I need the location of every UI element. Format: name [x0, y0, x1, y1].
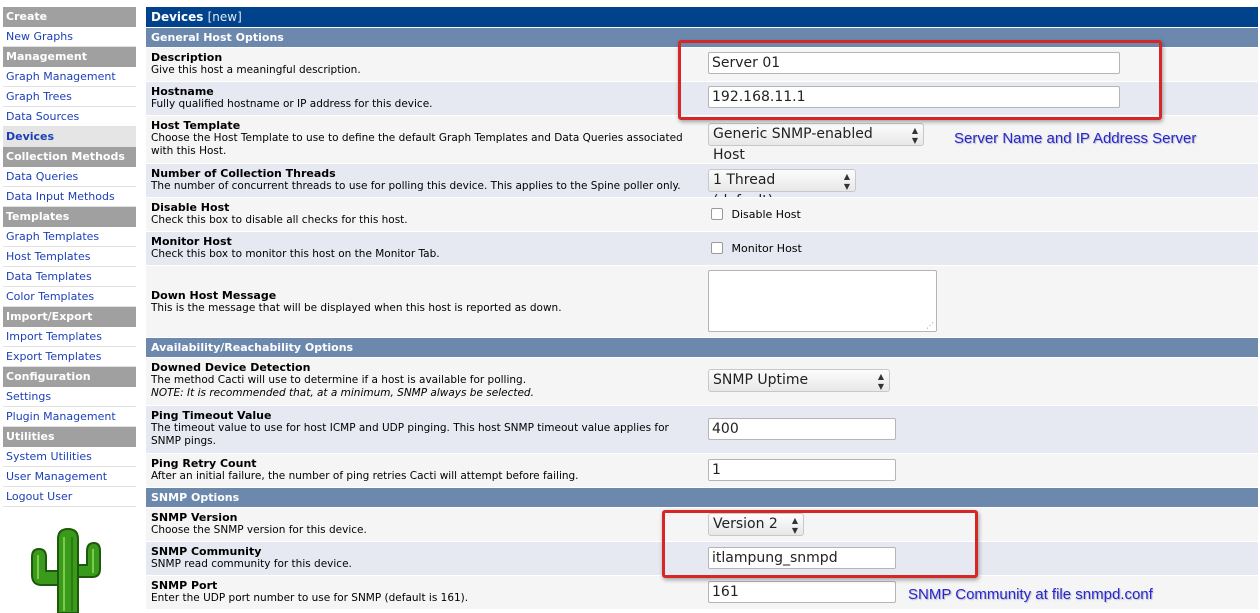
field-description: This is the message that will be display…	[151, 302, 562, 314]
menu-item-export-templates[interactable]: Export Templates	[3, 347, 136, 367]
field-label: Description	[151, 51, 223, 64]
menu-item-settings[interactable]: Settings	[3, 387, 136, 407]
field-label: Ping Timeout Value	[151, 409, 272, 422]
field-label: Ping Retry Count	[151, 457, 257, 470]
menu-item-graph-trees[interactable]: Graph Trees	[3, 87, 136, 107]
menu-item-system-utilities[interactable]: System Utilities	[3, 447, 136, 467]
row-monitor-host: Monitor Host Check this box to monitor t…	[146, 231, 1258, 265]
page-title: Devices [new]	[146, 7, 1258, 27]
field-description: The number of concurrent threads to use …	[151, 180, 681, 192]
row-disable-host: Disable Host Check this box to disable a…	[146, 197, 1258, 231]
menu-item-graph-templates[interactable]: Graph Templates	[3, 227, 136, 247]
sidebar-menu: Create New Graphs Management Graph Manag…	[3, 7, 136, 507]
menu-item-devices[interactable]: Devices	[3, 127, 136, 147]
row-collection-threads: Number of Collection Threads The number …	[146, 163, 1258, 209]
ping-timeout-input[interactable]	[708, 418, 896, 440]
menu-header-create: Create	[3, 7, 136, 27]
annotation-box-server	[678, 40, 1162, 120]
page-title-tag: [new]	[207, 10, 242, 24]
field-label: Disable Host	[151, 201, 230, 214]
monitor-host-checkbox[interactable]	[711, 242, 723, 254]
menu-header-collection-methods: Collection Methods	[3, 147, 136, 167]
field-label: Downed Device Detection	[151, 361, 311, 374]
field-label: Number of Collection Threads	[151, 167, 336, 180]
field-label: SNMP Community	[151, 545, 262, 558]
row-ping-timeout: Ping Timeout Value The timeout value to …	[146, 405, 1258, 453]
field-description: Give this host a meaningful description.	[151, 64, 361, 76]
sidebar: Create New Graphs Management Graph Manag…	[0, 0, 140, 613]
downed-detection-value: SNMP Uptime	[713, 372, 809, 388]
select-arrows-icon: ▲ ▼	[911, 126, 918, 145]
threads-select[interactable]: 1 Thread (default) ▲▼	[708, 169, 856, 209]
menu-item-data-sources[interactable]: Data Sources	[3, 107, 136, 127]
select-arrows-icon: ▲ ▼	[877, 372, 884, 391]
field-description: Check this box to monitor this host on t…	[151, 248, 440, 260]
ping-retry-input[interactable]	[708, 459, 896, 481]
field-label: SNMP Version	[151, 511, 238, 524]
menu-header-configuration: Configuration	[3, 367, 136, 387]
field-label: Monitor Host	[151, 235, 232, 248]
menu-item-plugin-management[interactable]: Plugin Management	[3, 407, 136, 427]
field-label: Host Template	[151, 119, 241, 132]
field-label: Down Host Message	[151, 289, 277, 302]
disable-host-checkbox[interactable]	[711, 208, 723, 220]
field-description: Check this box to disable all checks for…	[151, 214, 408, 226]
resize-grip-icon[interactable]: ⋰	[926, 321, 934, 330]
field-description: SNMP read community for this device.	[151, 558, 352, 570]
field-note: NOTE: It is recommended that, at a minim…	[151, 387, 534, 399]
annotation-server-note: Server Name and IP Address Server	[954, 130, 1197, 147]
field-description: Choose the SNMP version for this device.	[151, 524, 367, 536]
field-description: After an initial failure, the number of …	[151, 470, 579, 482]
row-ping-retry: Ping Retry Count After an initial failur…	[146, 453, 1258, 487]
monitor-host-checkbox-label[interactable]: Monitor Host	[732, 242, 802, 255]
menu-header-templates: Templates	[3, 207, 136, 227]
annotation-snmp-note: SNMP Community at file snmpd.conf	[908, 586, 1153, 603]
field-description: Choose the Host Template to use to defin…	[151, 132, 683, 157]
menu-header-import-export: Import/Export	[3, 307, 136, 327]
select-arrows-icon: ▲ ▼	[843, 172, 850, 191]
menu-item-user-management[interactable]: User Management	[3, 467, 136, 487]
field-description: Enter the UDP port number to use for SNM…	[151, 592, 469, 604]
downed-detection-select[interactable]: SNMP Uptime ▲ ▼	[708, 369, 890, 392]
field-description: The method Cacti will use to determine i…	[151, 374, 527, 386]
field-label: SNMP Port	[151, 579, 218, 592]
row-down-host-message: Down Host Message This is the message th…	[146, 265, 1258, 337]
snmp-port-input[interactable]	[708, 581, 896, 603]
cactus-icon	[31, 527, 101, 613]
section-snmp-options: SNMP Options	[146, 487, 1258, 507]
down-message-textarea[interactable]: ⋰	[708, 270, 937, 332]
menu-item-import-templates[interactable]: Import Templates	[3, 327, 136, 347]
annotation-box-snmp	[662, 510, 978, 578]
section-availability-options: Availability/Reachability Options	[146, 337, 1258, 357]
menu-item-logout-user[interactable]: Logout User	[3, 487, 136, 507]
menu-item-host-templates[interactable]: Host Templates	[3, 247, 136, 267]
menu-header-management: Management	[3, 47, 136, 67]
menu-item-color-templates[interactable]: Color Templates	[3, 287, 136, 307]
menu-header-utilities: Utilities	[3, 427, 136, 447]
menu-item-data-input-methods[interactable]: Data Input Methods	[3, 187, 136, 207]
page-title-text: Devices	[151, 10, 204, 24]
field-description: The timeout value to use for host ICMP a…	[151, 422, 669, 447]
host-template-value: Generic SNMP-enabled Host	[713, 126, 873, 163]
row-downed-device-detection: Downed Device Detection The method Cacti…	[146, 357, 1258, 405]
field-label: Hostname	[151, 85, 214, 98]
menu-item-new-graphs[interactable]: New Graphs	[3, 27, 136, 47]
host-template-select[interactable]: Generic SNMP-enabled Host ▲ ▼	[708, 123, 924, 163]
disable-host-checkbox-label[interactable]: Disable Host	[732, 208, 801, 221]
menu-item-data-queries[interactable]: Data Queries	[3, 167, 136, 187]
field-description: Fully qualified hostname or IP address f…	[151, 98, 433, 110]
menu-item-data-templates[interactable]: Data Templates	[3, 267, 136, 287]
menu-item-graph-management[interactable]: Graph Management	[3, 67, 136, 87]
